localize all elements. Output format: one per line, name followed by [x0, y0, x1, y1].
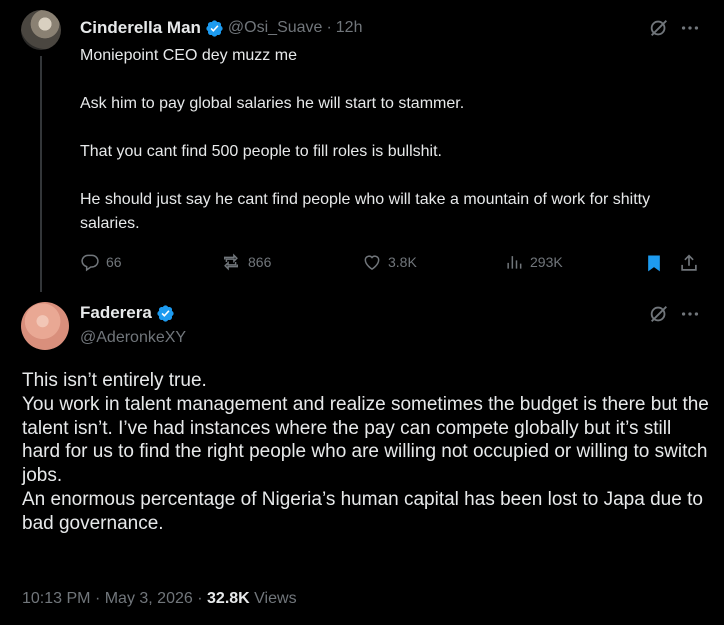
avatar-faderera[interactable] [21, 302, 69, 350]
tweet2-meta: 10:13 PM · May 3, 2026 · 32.8K Views [22, 590, 297, 608]
grok-icon[interactable] [648, 17, 670, 39]
tweet2-handle-row: @AderonkeXY [80, 327, 186, 349]
avatar-cinderella-man[interactable] [21, 10, 61, 50]
views-count: 293K [530, 254, 563, 270]
tweet2-views-count[interactable]: 32.8K [207, 590, 250, 607]
tweet1-line: That you cant find 500 people to fill ro… [80, 143, 442, 160]
verified-badge-icon [206, 19, 223, 37]
tweet1-author-name[interactable]: Cinderella Man [80, 18, 201, 38]
tweet1-header: Cinderella Man @Osi_Suave · 12h [80, 16, 362, 40]
like-button[interactable]: 3.8K [362, 252, 417, 272]
bookmark-icon [648, 255, 660, 272]
views-button[interactable]: 293K [504, 252, 563, 272]
tweet1-line: Ask him to pay global salaries he will s… [80, 95, 465, 112]
share-button[interactable] [678, 252, 706, 274]
tweet1-line: Moniepoint CEO dey muzz me [80, 47, 297, 64]
tweet1-handle[interactable]: @Osi_Suave [228, 19, 323, 37]
share-icon [681, 254, 697, 271]
reply-count: 66 [106, 254, 122, 270]
tweet-thread: Cinderella Man @Osi_Suave · 12h Moniepoi… [0, 0, 724, 625]
more-icon[interactable] [679, 17, 701, 39]
tweet2-date[interactable]: May 3, 2026 [105, 590, 193, 607]
tweet2-line: You work in talent management and realiz… [22, 393, 709, 487]
verified-badge-icon [157, 304, 174, 322]
repost-count: 866 [248, 254, 272, 270]
tweet2-views-label: Views [254, 590, 297, 607]
reply-button[interactable]: 66 [80, 252, 122, 272]
tweet2-header: Faderera [80, 302, 175, 324]
tweet2-line: An enormous percentage of Nigeria’s huma… [22, 488, 703, 534]
bookmark-button[interactable] [644, 252, 670, 274]
tweet1-time[interactable]: 12h [336, 19, 363, 37]
tweet2-line: This isn’t entirely true. [22, 370, 207, 391]
repost-icon [224, 253, 238, 271]
tweet2-handle[interactable]: @AderonkeXY [80, 329, 186, 347]
tweet1-separator: · [326, 19, 332, 36]
tweet2-separator: · [94, 590, 101, 607]
tweet2-separator: · [197, 590, 203, 607]
like-icon [364, 255, 380, 270]
tweet2-time[interactable]: 10:13 PM [22, 590, 90, 607]
thread-connector-line [40, 56, 42, 292]
grok-icon[interactable] [648, 303, 670, 325]
tweet2-text: This isn’t entirely true. You work in ta… [22, 369, 712, 536]
tweet1-text: Moniepoint CEO dey muzz me Ask him to pa… [80, 44, 710, 236]
more-icon[interactable] [679, 303, 701, 325]
tweet2-author-name[interactable]: Faderera [80, 303, 152, 323]
reply-icon [81, 254, 99, 272]
repost-button[interactable]: 866 [220, 252, 271, 272]
tweet1-action-bar: 66 866 3.8K 293K [80, 252, 710, 274]
like-count: 3.8K [388, 254, 417, 270]
tweet1-line: He should just say he cant find people w… [80, 191, 651, 232]
views-icon [507, 256, 522, 269]
